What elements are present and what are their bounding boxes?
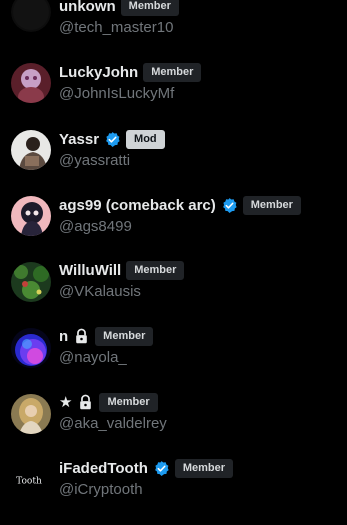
avatar[interactable]: [11, 394, 51, 434]
member-row[interactable]: WilluWill Member @VKalausis: [0, 254, 347, 320]
role-badge: Member: [120, 0, 179, 16]
avatar[interactable]: [11, 328, 51, 368]
member-row[interactable]: n Member @nayola_: [0, 320, 347, 386]
lock-icon: [77, 394, 94, 411]
member-handle[interactable]: @iCryptooth: [59, 481, 143, 498]
member-row[interactable]: LuckyJohn Member @JohnIsLuckyMf: [0, 56, 347, 122]
member-name[interactable]: n: [59, 328, 68, 345]
member-handle[interactable]: @JohnIsLuckyMf: [59, 85, 174, 102]
avatar[interactable]: [11, 0, 51, 32]
avatar[interactable]: [11, 196, 51, 236]
role-badge: Member: [95, 326, 154, 346]
avatar[interactable]: Tooth: [9, 460, 53, 500]
member-name[interactable]: unkown: [59, 0, 116, 15]
member-name[interactable]: iFadedTooth: [59, 460, 148, 477]
member-name[interactable]: Yassr: [59, 131, 99, 148]
verified-badge-icon: [153, 460, 170, 477]
role-badge: Member: [99, 392, 158, 412]
member-row[interactable]: Tooth iFadedTooth Member @iCryptooth: [0, 452, 347, 518]
member-name[interactable]: WilluWill: [59, 262, 121, 279]
member-handle[interactable]: @aka_valdelrey: [59, 415, 167, 432]
member-name[interactable]: ags99 (comeback arc): [59, 197, 216, 214]
member-row[interactable]: ags99 (comeback arc) Member @ags8499: [0, 188, 347, 254]
member-row[interactable]: ★ Member @aka_valdelrey: [0, 386, 347, 452]
role-badge: Member: [143, 62, 202, 82]
member-name[interactable]: LuckyJohn: [59, 64, 138, 81]
member-handle[interactable]: @yassratti: [59, 152, 130, 169]
member-handle[interactable]: @ags8499: [59, 218, 132, 235]
verified-badge-icon: [221, 197, 238, 214]
avatar[interactable]: [11, 63, 51, 103]
member-name[interactable]: ★: [59, 393, 72, 411]
member-row[interactable]: Yassr Mod @yassratti: [0, 122, 347, 188]
member-row[interactable]: unkown Member @tech_master10: [0, 0, 347, 56]
role-badge: Member: [242, 195, 301, 215]
avatar[interactable]: [11, 262, 51, 302]
avatar-tooth-text: Tooth: [16, 477, 42, 487]
role-badge: Mod: [126, 129, 165, 149]
avatar[interactable]: [11, 130, 51, 170]
member-list: unkown Member @tech_master10 LuckyJohn M…: [0, 0, 347, 525]
member-handle[interactable]: @VKalausis: [59, 283, 141, 300]
verified-badge-icon: [104, 131, 121, 148]
role-badge: Member: [174, 458, 234, 478]
member-handle[interactable]: @tech_master10: [59, 19, 173, 36]
role-badge: Member: [126, 260, 185, 280]
member-handle[interactable]: @nayola_: [59, 349, 127, 366]
lock-icon: [73, 328, 90, 345]
